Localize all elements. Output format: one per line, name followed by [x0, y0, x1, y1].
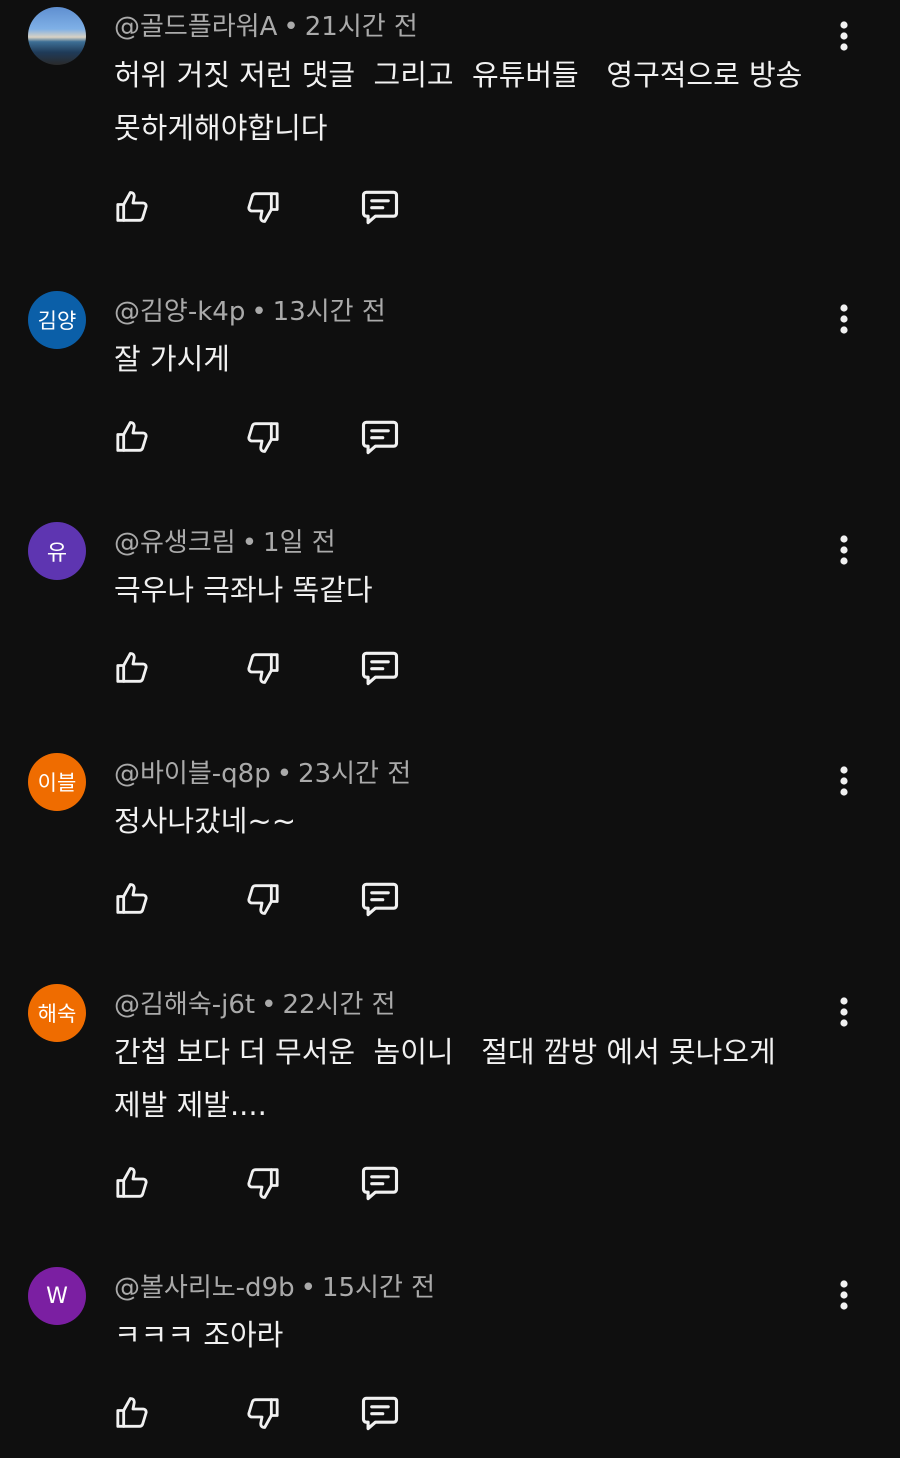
thumb-up-icon	[116, 1167, 148, 1198]
avatar[interactable]: 김양	[28, 291, 86, 349]
avatar-photo[interactable]	[28, 7, 86, 65]
reply-icon	[361, 651, 399, 686]
thumb-up-icon	[116, 1397, 148, 1428]
comment-meta: @볼사리노-d9b • 15시간 전	[114, 1271, 435, 1305]
thumb-down-icon	[247, 884, 279, 915]
comment-text: 극우나 극좌나 똑같다	[114, 573, 373, 607]
more-vert-icon	[840, 535, 848, 565]
reply-button[interactable]	[358, 415, 402, 459]
more-vert-icon	[840, 304, 848, 334]
more-options-button[interactable]	[826, 297, 862, 341]
comment-text: 잘 가시게	[114, 342, 230, 376]
thumb-up-icon	[116, 652, 148, 683]
comment-meta: @바이블-q8p • 23시간 전	[114, 757, 411, 791]
avatar[interactable]: 유	[28, 522, 86, 580]
comment-text: 정사나갔네~~	[114, 804, 296, 838]
author-handle[interactable]: @바이블-q8p	[114, 759, 271, 789]
thumb-down-icon	[247, 422, 279, 453]
meta-separator: •	[276, 759, 293, 789]
thumb-up-icon	[116, 191, 148, 222]
more-vert-icon	[840, 1280, 848, 1310]
meta-separator: •	[241, 528, 258, 558]
author-handle[interactable]: @유생크림	[114, 528, 236, 558]
comment-meta: @김양-k4p • 13시간 전	[114, 295, 386, 329]
meta-separator: •	[251, 297, 267, 327]
comment-meta: @골드플라워A • 21시간 전	[114, 10, 418, 44]
thumb-up-icon	[116, 421, 148, 452]
reply-icon	[361, 1166, 399, 1201]
thumb-down-icon	[247, 653, 279, 684]
more-options-button[interactable]	[826, 759, 862, 803]
reply-button[interactable]	[358, 646, 402, 690]
comment-meta: @유생크림 • 1일 전	[114, 526, 336, 560]
dislike-button[interactable]	[241, 646, 285, 690]
comment-time: 13시간 전	[272, 297, 386, 327]
comment-meta: @김해숙-j6t • 22시간 전	[114, 988, 396, 1022]
dislike-button[interactable]	[241, 415, 285, 459]
thumb-up-icon	[116, 883, 148, 914]
more-vert-icon	[840, 997, 848, 1027]
comment-text: 간첩 보다 더 무서운 놈이니 절대 깜방 에서 못나오게 제발 제발....	[114, 1035, 776, 1122]
reply-icon	[361, 190, 399, 225]
dislike-button[interactable]	[241, 185, 285, 229]
author-handle[interactable]: @김해숙-j6t	[114, 990, 255, 1020]
dislike-button[interactable]	[241, 1391, 285, 1435]
thumb-down-icon	[247, 1398, 279, 1429]
author-handle[interactable]: @김양-k4p	[114, 297, 245, 327]
comment-text: 허위 거짓 저런 댓글 그리고 유튜버들 영구적으로 방송 못하게해야합니다	[114, 58, 803, 145]
like-button[interactable]	[110, 1391, 154, 1435]
comment-time: 1일 전	[263, 528, 336, 558]
like-button[interactable]	[110, 1161, 154, 1205]
author-handle[interactable]: @볼사리노-d9b	[114, 1273, 295, 1303]
dislike-button[interactable]	[241, 877, 285, 921]
reply-button[interactable]	[358, 1391, 402, 1435]
reply-button[interactable]	[358, 185, 402, 229]
reply-icon	[361, 420, 399, 455]
comment-text: ㅋㅋㅋ 조아라	[114, 1318, 284, 1352]
like-button[interactable]	[110, 646, 154, 690]
comment-time: 22시간 전	[282, 990, 396, 1020]
author-handle[interactable]: @골드플라워A	[114, 12, 277, 42]
avatar[interactable]: 이블	[28, 753, 86, 811]
like-button[interactable]	[110, 415, 154, 459]
meta-separator: •	[261, 990, 277, 1020]
meta-separator: •	[300, 1273, 316, 1303]
more-options-button[interactable]	[826, 14, 862, 58]
like-button[interactable]	[110, 185, 154, 229]
more-options-button[interactable]	[826, 1273, 862, 1317]
more-vert-icon	[840, 21, 848, 51]
reply-icon	[361, 1396, 399, 1431]
avatar[interactable]: W	[28, 1267, 86, 1325]
comment-time: 23시간 전	[298, 759, 412, 789]
reply-button[interactable]	[358, 1161, 402, 1205]
thumb-down-icon	[247, 1168, 279, 1199]
more-vert-icon	[840, 766, 848, 796]
dislike-button[interactable]	[241, 1161, 285, 1205]
more-options-button[interactable]	[826, 990, 862, 1034]
like-button[interactable]	[110, 877, 154, 921]
meta-separator: •	[283, 12, 299, 42]
comment-time: 21시간 전	[304, 12, 418, 42]
thumb-down-icon	[247, 192, 279, 223]
reply-icon	[361, 882, 399, 917]
comment-time: 15시간 전	[321, 1273, 436, 1303]
reply-button[interactable]	[358, 877, 402, 921]
more-options-button[interactable]	[826, 528, 862, 572]
avatar[interactable]: 해숙	[28, 984, 86, 1042]
